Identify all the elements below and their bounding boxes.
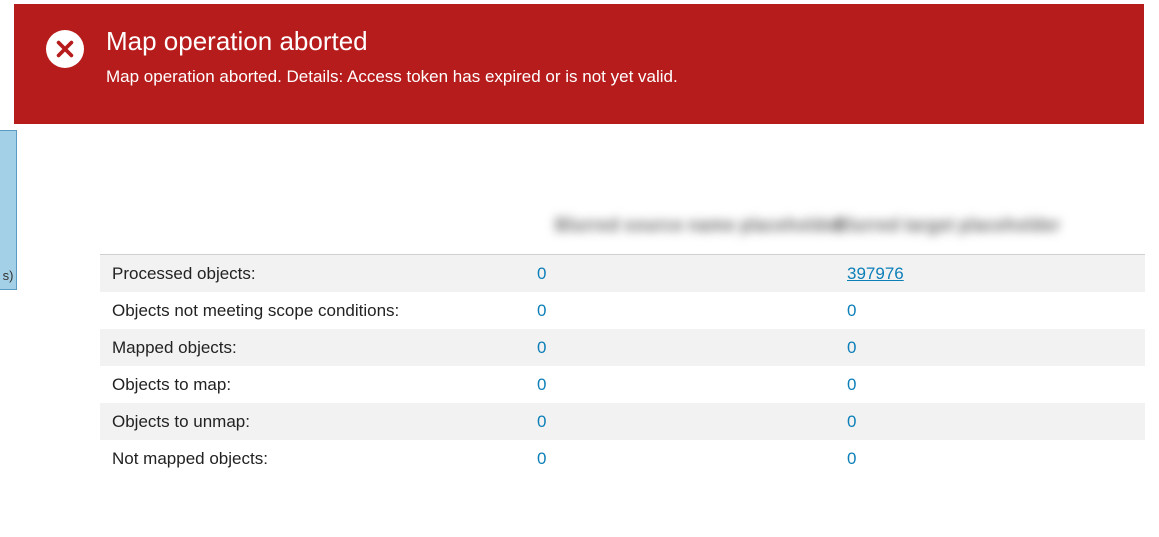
table-row: Mapped objects: 0 0: [100, 329, 1145, 366]
table-row: Objects to unmap: 0 0: [100, 403, 1145, 440]
row-label: Processed objects:: [112, 264, 537, 284]
row-label: Objects to unmap:: [112, 412, 537, 432]
row-value-b: 0: [847, 338, 856, 357]
row-value-b: 0: [847, 375, 856, 394]
table-row: Not mapped objects: 0 0: [100, 440, 1145, 477]
row-value-a: 0: [537, 338, 546, 357]
side-panel-text-fragment: s): [3, 268, 14, 283]
error-message: Map operation aborted. Details: Access t…: [106, 67, 1116, 87]
row-value-b: 0: [847, 412, 856, 431]
table-row: Objects not meeting scope conditions: 0 …: [100, 292, 1145, 329]
error-title: Map operation aborted: [106, 26, 1116, 57]
row-value-b: 0: [847, 301, 856, 320]
table-header-row: Blurred source name placeholder Blurred …: [100, 215, 1145, 255]
row-label: Objects not meeting scope conditions:: [112, 301, 537, 321]
row-value-a: 0: [537, 301, 546, 320]
error-x-icon: [46, 30, 84, 68]
error-banner: Map operation aborted Map operation abor…: [14, 4, 1144, 124]
table-row: Processed objects: 0 397976: [100, 255, 1145, 292]
table-row: Objects to map: 0 0: [100, 366, 1145, 403]
column-header-source: Blurred source name placeholder: [525, 215, 841, 235]
side-panel-fragment: s): [0, 130, 17, 290]
column-header-target: Blurred target placeholder: [835, 215, 1060, 235]
row-value-a: 0: [537, 412, 546, 431]
row-label: Objects to map:: [112, 375, 537, 395]
row-value-a: 0: [537, 375, 546, 394]
row-value-b-link[interactable]: 397976: [847, 264, 904, 283]
row-label: Mapped objects:: [112, 338, 537, 358]
row-label: Not mapped objects:: [112, 449, 537, 469]
row-value-a: 0: [537, 449, 546, 468]
stats-table: Blurred source name placeholder Blurred …: [100, 215, 1145, 477]
row-value-b: 0: [847, 449, 856, 468]
row-value-a: 0: [537, 264, 546, 283]
